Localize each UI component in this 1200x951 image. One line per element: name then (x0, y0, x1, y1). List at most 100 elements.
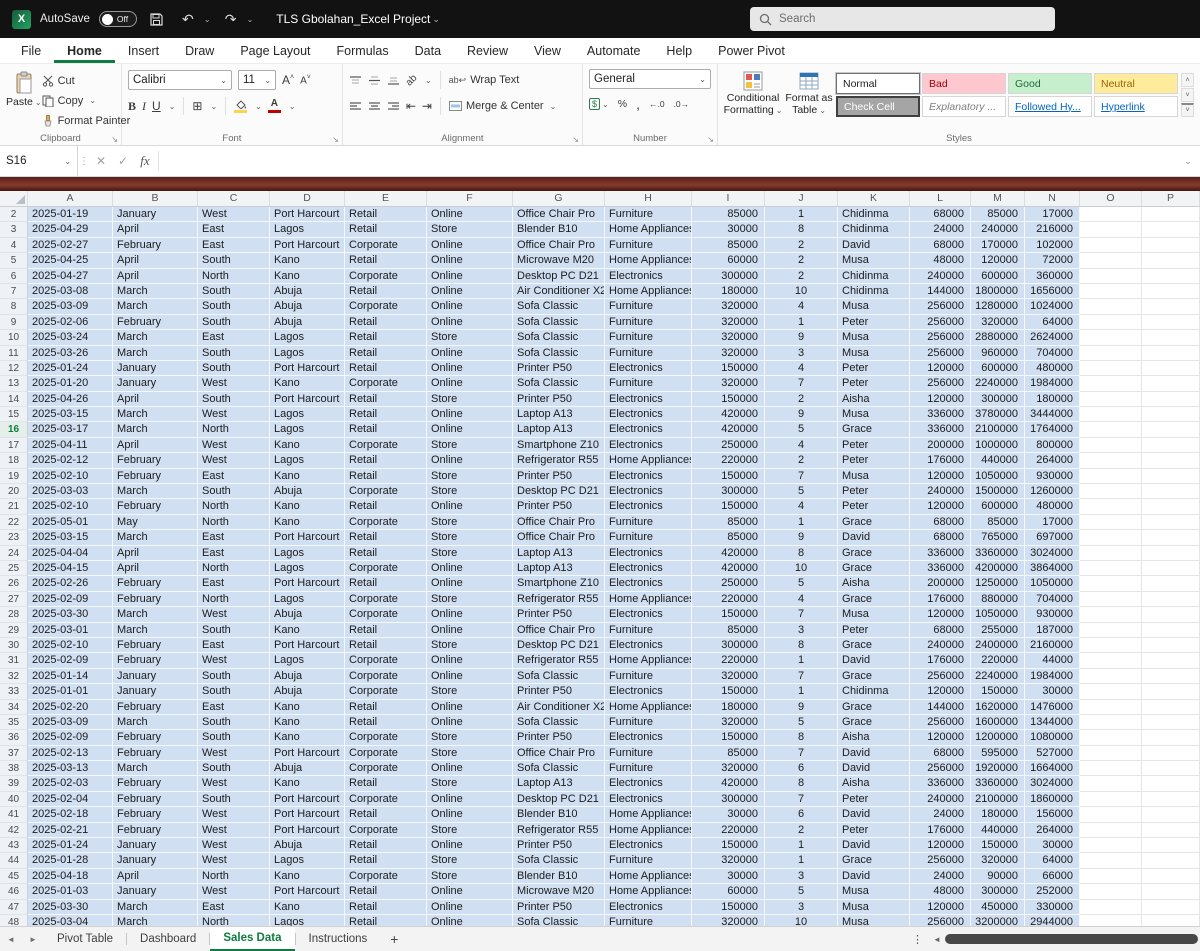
cell[interactable]: 2025-03-26 (28, 345, 113, 361)
row-header-48[interactable]: 48 (0, 914, 28, 926)
cell[interactable]: 156000 (1025, 807, 1080, 823)
cell[interactable]: North (198, 422, 270, 438)
cell[interactable]: 1656000 (1025, 283, 1080, 300)
cell[interactable]: 5 (765, 576, 838, 592)
document-title[interactable]: TLS Gbolahan_Excel Project ⌄ (276, 12, 440, 26)
cell[interactable]: Retail (345, 884, 427, 900)
cell[interactable]: Smartphone Z10 (513, 437, 605, 454)
cell[interactable] (1142, 530, 1200, 546)
decrease-decimal-button[interactable]: .0→ (674, 99, 690, 109)
cell[interactable]: 300000 (971, 884, 1025, 900)
cell[interactable] (1142, 330, 1200, 346)
cell[interactable] (1142, 714, 1200, 731)
cell[interactable]: 85000 (692, 237, 765, 254)
row-header-44[interactable]: 44 (0, 853, 28, 869)
increase-decimal-button[interactable]: ←.0 (649, 99, 665, 109)
cell[interactable]: Desktop PC D21 (513, 791, 605, 808)
cell[interactable]: 66000 (1025, 868, 1080, 885)
ribbon-tab-insert[interactable]: Insert (115, 38, 172, 63)
cell[interactable]: Kano (270, 253, 345, 269)
cell[interactable] (1080, 330, 1142, 346)
cell[interactable] (1142, 730, 1200, 746)
cell[interactable]: North (198, 268, 270, 284)
cell[interactable]: January (113, 376, 198, 392)
cell[interactable]: 176000 (910, 591, 971, 608)
cell[interactable]: 144000 (910, 283, 971, 300)
cell[interactable]: Blender B10 (513, 868, 605, 885)
cell[interactable]: 930000 (1025, 468, 1080, 485)
cell[interactable]: Printer P50 (513, 684, 605, 700)
cell[interactable]: South (198, 668, 270, 685)
cell[interactable]: Peter (838, 791, 910, 808)
comma-style-button[interactable]: , (636, 96, 640, 112)
cell[interactable]: 176000 (910, 653, 971, 669)
cell[interactable]: Grace (838, 668, 910, 685)
fill-color-dropdown-icon[interactable]: ⌄ (255, 102, 262, 111)
cell[interactable]: 64000 (1025, 853, 1080, 869)
cell[interactable]: Online (427, 376, 513, 392)
cell[interactable] (1080, 422, 1142, 438)
cell[interactable]: 85000 (692, 622, 765, 638)
cell[interactable]: Electronics (605, 484, 692, 500)
cell[interactable]: Home Appliances (605, 807, 692, 823)
cell[interactable] (1080, 237, 1142, 254)
cell[interactable]: West (198, 407, 270, 423)
cell[interactable]: Aisha (838, 730, 910, 746)
row-header-27[interactable]: 27 (0, 591, 28, 608)
cell[interactable]: 1080000 (1025, 730, 1080, 746)
cell[interactable] (1080, 853, 1142, 869)
cell[interactable]: 2025-02-27 (28, 237, 113, 254)
cell[interactable]: Retail (345, 807, 427, 823)
paste-button[interactable]: Paste ⌄ (6, 69, 42, 131)
cell[interactable]: Corporate (345, 668, 427, 685)
cell[interactable]: Kano (270, 268, 345, 284)
format-painter-button[interactable]: Format Painter (42, 112, 130, 129)
row-header-18[interactable]: 18 (0, 453, 28, 469)
cell[interactable]: 600000 (971, 499, 1025, 515)
cell[interactable] (1142, 345, 1200, 361)
cell[interactable]: Electronics (605, 407, 692, 423)
gallery-scroll-up-icon[interactable]: ˄ (1181, 73, 1194, 87)
cell[interactable]: Chidinma (838, 283, 910, 300)
cell[interactable]: North (198, 499, 270, 515)
cell[interactable]: April (113, 545, 198, 561)
cell[interactable]: South (198, 391, 270, 408)
cell[interactable]: 2025-01-14 (28, 668, 113, 685)
cell[interactable]: 24000 (910, 868, 971, 885)
cell[interactable]: 150000 (692, 899, 765, 915)
cell[interactable]: 1000000 (971, 437, 1025, 454)
cell[interactable]: Desktop PC D21 (513, 484, 605, 500)
cell[interactable]: 9 (765, 699, 838, 715)
cell[interactable]: 4 (765, 299, 838, 315)
cell[interactable]: Retail (345, 330, 427, 346)
cell[interactable] (1142, 668, 1200, 685)
cell[interactable] (1080, 884, 1142, 900)
cell[interactable]: 2 (765, 391, 838, 408)
cell[interactable] (1142, 899, 1200, 915)
row-header-35[interactable]: 35 (0, 714, 28, 731)
cell[interactable]: Online (427, 653, 513, 669)
cell[interactable]: Musa (838, 607, 910, 623)
cell[interactable]: Office Chair Pro (513, 237, 605, 254)
cell[interactable]: 256000 (910, 345, 971, 361)
cell[interactable] (1080, 499, 1142, 515)
cell[interactable] (1080, 530, 1142, 546)
cell[interactable]: March (113, 622, 198, 638)
cell[interactable]: Corporate (345, 791, 427, 808)
cell[interactable]: Refrigerator R55 (513, 653, 605, 669)
row-header-20[interactable]: 20 (0, 484, 28, 500)
enter-icon[interactable]: ✓ (112, 146, 134, 176)
cell[interactable]: Lagos (270, 853, 345, 869)
cell[interactable]: Online (427, 253, 513, 269)
cell[interactable]: 300000 (692, 791, 765, 808)
align-top-icon[interactable] (349, 75, 362, 86)
cell[interactable]: 187000 (1025, 622, 1080, 638)
cell[interactable]: 1984000 (1025, 668, 1080, 685)
cell[interactable]: February (113, 822, 198, 839)
cell[interactable] (1080, 560, 1142, 577)
cell[interactable]: Home Appliances (605, 884, 692, 900)
cell[interactable] (1142, 791, 1200, 808)
cell[interactable] (1080, 807, 1142, 823)
cell[interactable]: Corporate (345, 761, 427, 777)
cell[interactable]: Online (427, 560, 513, 577)
